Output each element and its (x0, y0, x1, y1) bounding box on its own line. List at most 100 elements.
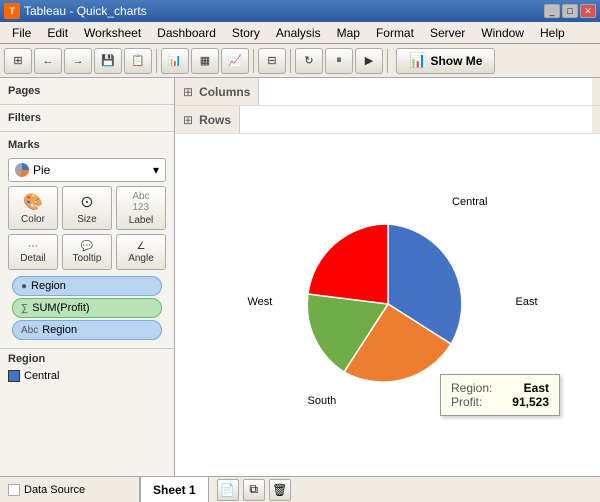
pages-label: Pages (8, 82, 166, 100)
tooltip-region-value: East (524, 381, 549, 395)
profit-angle-pill[interactable]: ∑ SUM(Profit) (12, 298, 162, 318)
pie-chart-icon (15, 163, 29, 177)
filters-section: Filters (0, 105, 174, 132)
status-icons: 📄 ⧉ 🗑 (209, 479, 299, 501)
toolbar-run-button[interactable]: ▶ (355, 48, 383, 74)
tooltip-region-label: Region: (451, 381, 492, 395)
pages-section: Pages (0, 78, 174, 105)
show-me-button[interactable]: 📊 Show Me (396, 48, 495, 74)
east-label: East (515, 294, 537, 308)
menu-file[interactable]: File (4, 24, 39, 42)
marks-dropdown-left: Pie (15, 163, 50, 177)
status-bar: Data Source Sheet 1 📄 ⧉ 🗑 (0, 476, 600, 502)
columns-shelf[interactable]: ⊞ Columns (175, 78, 600, 106)
sheet1-label: Sheet 1 (153, 483, 196, 497)
menu-analysis[interactable]: Analysis (268, 24, 329, 42)
app-icon: T (4, 3, 20, 19)
label-abc-icon: Abc123 (132, 191, 149, 213)
toolbar-separator-2 (253, 49, 254, 73)
detail-label: Detail (20, 253, 46, 264)
mark-buttons-row1: 🎨 Color ⊙ Size Abc123 Label (8, 186, 166, 230)
dimension-area: Region Central (0, 349, 174, 476)
detail-mark-button[interactable]: ⋯ Detail (8, 234, 58, 270)
show-me-icon: 📊 (409, 52, 426, 69)
dimension-color-swatch (8, 370, 20, 382)
window-controls[interactable]: _ □ ✕ (544, 4, 596, 18)
close-button[interactable]: ✕ (580, 4, 596, 18)
mark-buttons-row2: ⋯ Detail 💬 Tooltip ∠ Angle (8, 234, 166, 270)
maximize-button[interactable]: □ (562, 4, 578, 18)
abc-icon: Abc (21, 325, 38, 336)
menu-window[interactable]: Window (473, 24, 532, 42)
dimension-value: Central (24, 370, 59, 382)
menu-map[interactable]: Map (329, 24, 368, 42)
region-label-text: Region (42, 324, 77, 336)
columns-shelf-content[interactable] (258, 78, 592, 105)
detail-icon: ⋯ (28, 241, 38, 252)
chart-area: Central East West South Region: East (175, 134, 600, 476)
toolbar-refresh-button[interactable]: ↻ (295, 48, 323, 74)
color-icon: 🎨 (23, 192, 43, 212)
rows-shelf-content[interactable] (239, 106, 592, 133)
region-color-pill[interactable]: ● Region (12, 276, 162, 296)
duplicate-sheet-icon[interactable]: ⧉ (243, 479, 265, 501)
menu-format[interactable]: Format (368, 24, 422, 42)
tooltip-profit-label: Profit: (451, 395, 482, 409)
size-label: Size (77, 214, 96, 225)
toolbar-chart2-button[interactable]: 📈 (221, 48, 249, 74)
window-title: Tableau - Quick_charts (24, 4, 147, 18)
datasource-label: Data Source (24, 484, 85, 496)
tooltip-icon: 💬 (81, 241, 93, 252)
color-mark-button[interactable]: 🎨 Color (8, 186, 58, 230)
tooltip-mark-button[interactable]: 💬 Tooltip (62, 234, 112, 270)
toolbar-grid-button[interactable]: ⊞ (4, 48, 32, 74)
left-panel: Pages Filters Marks Pie ▾ 🎨 Color (0, 78, 175, 476)
tooltip-profit-value: 91,523 (512, 395, 549, 409)
marks-type-dropdown[interactable]: Pie ▾ (8, 158, 166, 182)
delete-sheet-icon[interactable]: 🗑 (269, 479, 291, 501)
menu-server[interactable]: Server (422, 24, 473, 42)
sheet1-tab[interactable]: Sheet 1 (140, 477, 209, 502)
toolbar-separator-4 (387, 49, 388, 73)
menu-edit[interactable]: Edit (39, 24, 76, 42)
toolbar-separator-1 (156, 49, 157, 73)
show-me-label: Show Me (430, 54, 482, 68)
toolbar-pause-button[interactable]: ⏸ (325, 48, 353, 74)
menu-help[interactable]: Help (532, 24, 573, 42)
menu-story[interactable]: Story (224, 24, 268, 42)
toolbar-save-button[interactable]: 💾 (94, 48, 122, 74)
right-content: ⊞ Columns ⊞ Rows (175, 78, 600, 476)
dimension-title: Region (8, 353, 166, 365)
marks-type-label: Pie (33, 163, 50, 177)
toolbar-forward-button[interactable]: → (64, 48, 92, 74)
menu-bar: File Edit Worksheet Dashboard Story Anal… (0, 22, 600, 44)
tooltip-profit-row: Profit: 91,523 (451, 395, 549, 409)
new-sheet-icon[interactable]: 📄 (217, 479, 239, 501)
menu-worksheet[interactable]: Worksheet (76, 24, 149, 42)
toolbar-back-button[interactable]: ← (34, 48, 62, 74)
toolbar-copy-button[interactable]: 📋 (124, 48, 152, 74)
size-icon: ⊙ (80, 192, 93, 212)
main-layout: Pages Filters Marks Pie ▾ 🎨 Color (0, 78, 600, 476)
rows-shelf[interactable]: ⊞ Rows (175, 106, 600, 134)
columns-label: Columns (199, 85, 250, 99)
angle-mark-button[interactable]: ∠ Angle (116, 234, 166, 270)
label-mark-button[interactable]: Abc123 Label (116, 186, 166, 230)
chevron-down-icon: ▾ (153, 163, 159, 177)
label-label: Label (129, 215, 153, 226)
west-label: West (248, 294, 273, 308)
sum-icon: ∑ (21, 303, 28, 314)
data-source-tab[interactable]: Data Source (0, 477, 140, 502)
minimize-button[interactable]: _ (544, 4, 560, 18)
title-bar: T Tableau - Quick_charts _ □ ✕ (0, 0, 600, 22)
toolbar-bar-button[interactable]: ▦ (191, 48, 219, 74)
toolbar-chart-button[interactable]: 📊 (161, 48, 189, 74)
region-label-pill[interactable]: Abc Region (12, 320, 162, 340)
toolbar-filter-button[interactable]: ⊟ (258, 48, 286, 74)
menu-dashboard[interactable]: Dashboard (149, 24, 224, 42)
tooltip-region-row: Region: East (451, 381, 549, 395)
color-label: Color (21, 214, 45, 225)
rows-label: Rows (199, 113, 231, 127)
datasource-checkbox[interactable] (8, 484, 20, 496)
size-mark-button[interactable]: ⊙ Size (62, 186, 112, 230)
